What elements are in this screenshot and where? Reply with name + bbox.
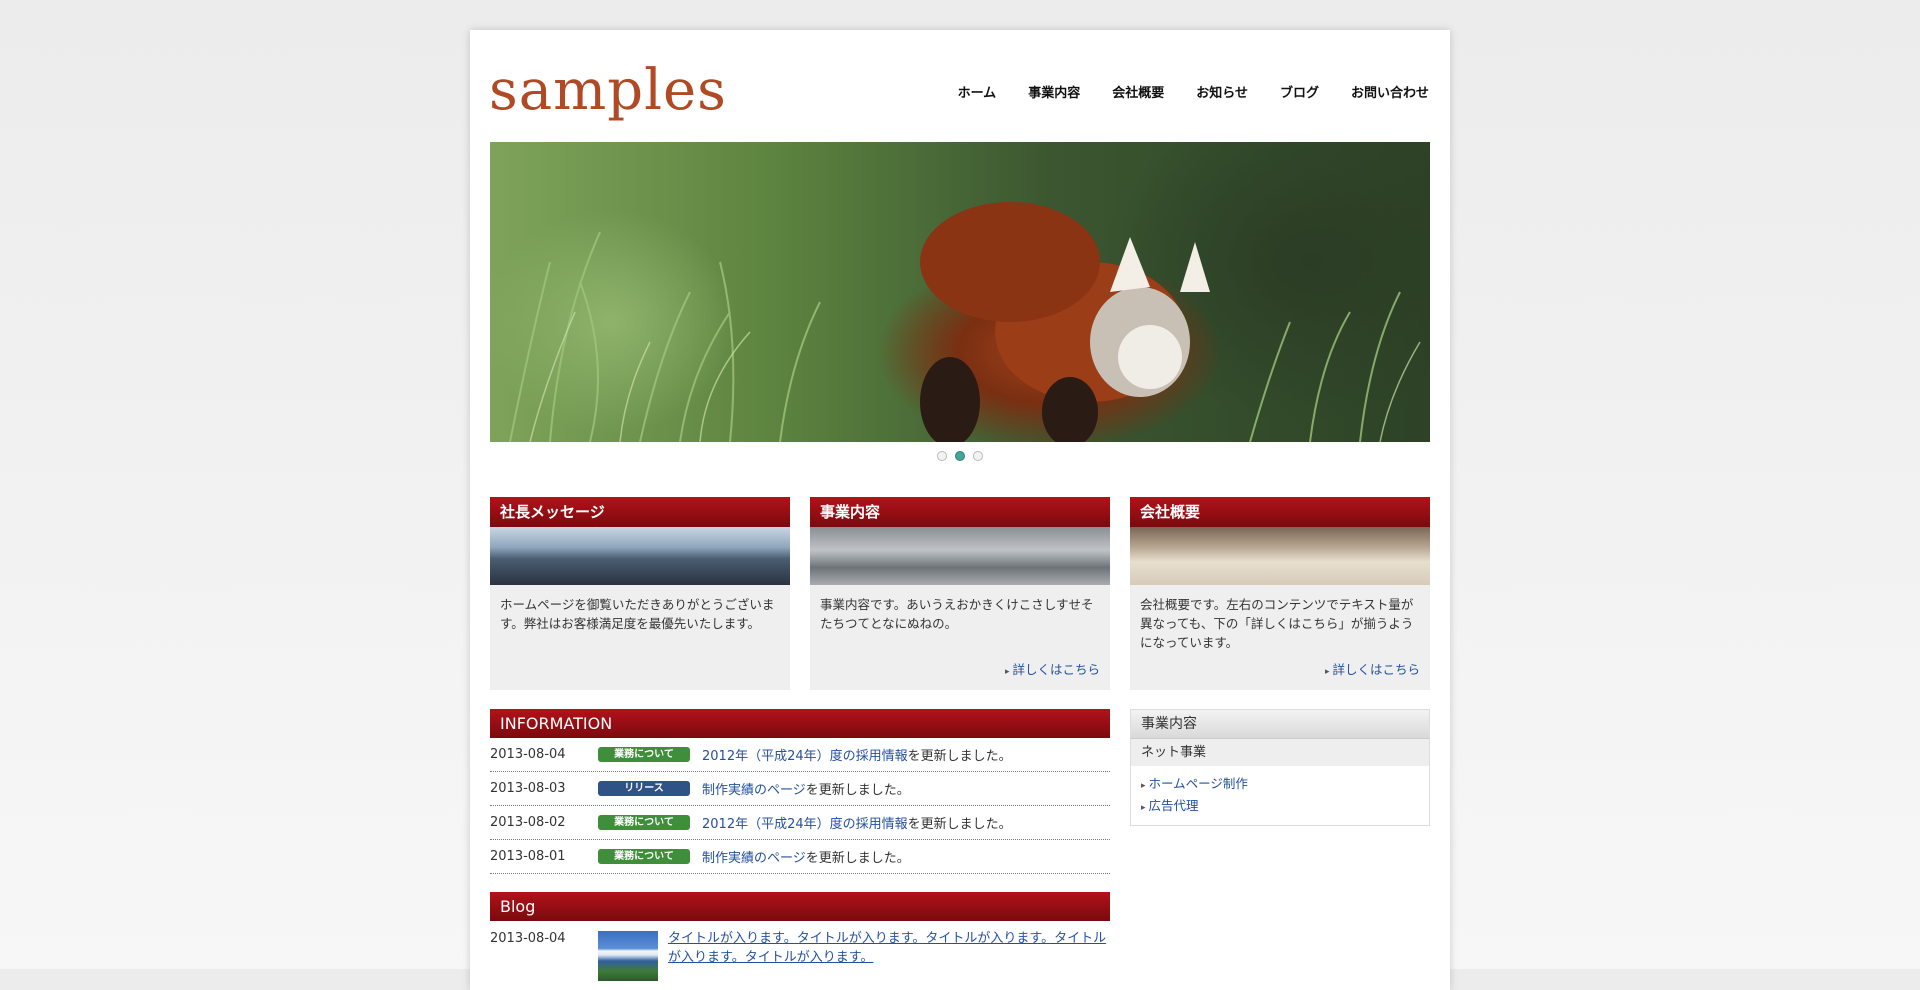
list-item: 広告代理 xyxy=(1141,796,1429,818)
main-nav: ホーム 事業内容 会社概要 お知らせ ブログ お問い合わせ xyxy=(958,82,1429,101)
nav-business[interactable]: 事業内容 xyxy=(1028,82,1080,101)
info-link[interactable]: 制作実績のページ xyxy=(702,847,806,866)
feature-box-text: 事業内容です。あいうえおかきくけこさしすせそたちつてとなにぬねの。 xyxy=(820,597,1094,631)
slider-pagination xyxy=(470,451,1450,461)
info-date: 2013-08-04 xyxy=(490,747,566,762)
info-suffix: を更新しました。 xyxy=(805,851,910,866)
nav-contact[interactable]: お問い合わせ xyxy=(1351,82,1429,101)
info-row: 2013-08-02 業務について 2012年（平成24年）度の採用情報 を更新… xyxy=(490,806,1110,840)
info-date: 2013-08-03 xyxy=(490,781,566,796)
feature-box-company: 会社概要 会社概要です。左右のコンテンツでテキスト量が異なっても、下の「詳しくは… xyxy=(1130,497,1430,690)
nav-home[interactable]: ホーム xyxy=(958,82,997,101)
info-row: 2013-08-03 リリース 制作実績のページ を更新しました。 xyxy=(490,772,1110,806)
sidebar-heading: 事業内容 xyxy=(1131,710,1429,739)
category-badge: 業務について xyxy=(598,815,690,830)
hero-slider-image[interactable] xyxy=(490,142,1430,442)
category-badge: リリース xyxy=(598,781,690,796)
sidebar-link-list: ホームページ制作 広告代理 xyxy=(1131,774,1429,818)
nav-blog[interactable]: ブログ xyxy=(1280,82,1319,101)
info-row: 2013-08-01 業務について 制作実績のページ を更新しました。 xyxy=(490,840,1110,874)
slider-dot-1[interactable] xyxy=(937,451,947,461)
feature-box-title: 事業内容 xyxy=(810,497,1110,527)
feature-box-title: 社長メッセージ xyxy=(490,497,790,527)
info-date: 2013-08-01 xyxy=(490,849,566,864)
site-logo[interactable]: samples xyxy=(489,58,727,123)
info-link[interactable]: 2012年（平成24年）度の採用情報 xyxy=(702,745,908,764)
penguin-image xyxy=(810,527,1110,585)
feature-box-business: 事業内容 事業内容です。あいうえおかきくけこさしすせそたちつてとなにぬねの。 詳… xyxy=(810,497,1110,690)
category-badge: 業務について xyxy=(598,849,690,864)
category-badge: 業務について xyxy=(598,747,690,762)
feature-box-message: 社長メッセージ ホームページを御覧いただきありがとうございます。弊社はお客様満足… xyxy=(490,497,790,690)
nav-news[interactable]: お知らせ xyxy=(1196,82,1248,101)
blog-section: Blog 2013-08-04 タイトルが入ります。タイトルが入ります。タイトル… xyxy=(490,892,1110,981)
hero-grass-illustration xyxy=(509,202,1421,442)
info-date: 2013-08-02 xyxy=(490,815,566,830)
nav-company[interactable]: 会社概要 xyxy=(1112,82,1164,101)
details-link[interactable]: 詳しくはこちら xyxy=(1005,659,1100,678)
feature-boxes: 社長メッセージ ホームページを御覧いただきありがとうございます。弊社はお客様満足… xyxy=(490,497,1430,690)
information-heading: INFORMATION xyxy=(490,709,1110,738)
info-link[interactable]: 2012年（平成24年）度の採用情報 xyxy=(702,813,908,832)
info-suffix: を更新しました。 xyxy=(907,749,1012,764)
info-suffix: を更新しました。 xyxy=(805,783,910,798)
information-section: INFORMATION 2013-08-04 業務について 2012年（平成24… xyxy=(490,709,1110,874)
blog-heading: Blog xyxy=(490,892,1110,921)
list-item: ホームページ制作 xyxy=(1141,774,1429,796)
sidebar-link-ad[interactable]: 広告代理 xyxy=(1149,798,1199,813)
slider-dot-2[interactable] xyxy=(955,451,965,461)
blog-title-link[interactable]: タイトルが入ります。タイトルが入ります。タイトルが入ります。タイトルが入ります。… xyxy=(668,929,1108,981)
sidebar-subheading: ネット事業 xyxy=(1131,739,1429,766)
info-suffix: を更新しました。 xyxy=(907,817,1012,832)
feature-box-title: 会社概要 xyxy=(1130,497,1430,527)
feature-box-text: ホームページを御覧いただきありがとうございます。弊社はお客様満足度を最優先いたし… xyxy=(500,597,775,631)
blog-thumbnail[interactable] xyxy=(598,931,658,981)
zebra-image xyxy=(1130,527,1430,585)
city-image xyxy=(490,527,790,585)
feature-box-text: 会社概要です。左右のコンテンツでテキスト量が異なっても、下の「詳しくはこちら」が… xyxy=(1140,597,1414,650)
info-row: 2013-08-04 業務について 2012年（平成24年）度の採用情報 を更新… xyxy=(490,738,1110,772)
blog-post: 2013-08-04 タイトルが入ります。タイトルが入ります。タイトルが入ります… xyxy=(490,931,1110,981)
slider-dot-3[interactable] xyxy=(973,451,983,461)
info-link[interactable]: 制作実績のページ xyxy=(702,779,806,798)
details-link[interactable]: 詳しくはこちら xyxy=(1325,659,1420,678)
page-container: samples ホーム 事業内容 会社概要 お知らせ ブログ お問い合わせ 社長… xyxy=(470,30,1450,990)
sidebar-link-web[interactable]: ホームページ制作 xyxy=(1149,776,1248,791)
sidebar-business-box: 事業内容 ネット事業 ホームページ制作 広告代理 xyxy=(1130,709,1430,826)
blog-date: 2013-08-04 xyxy=(490,931,566,946)
